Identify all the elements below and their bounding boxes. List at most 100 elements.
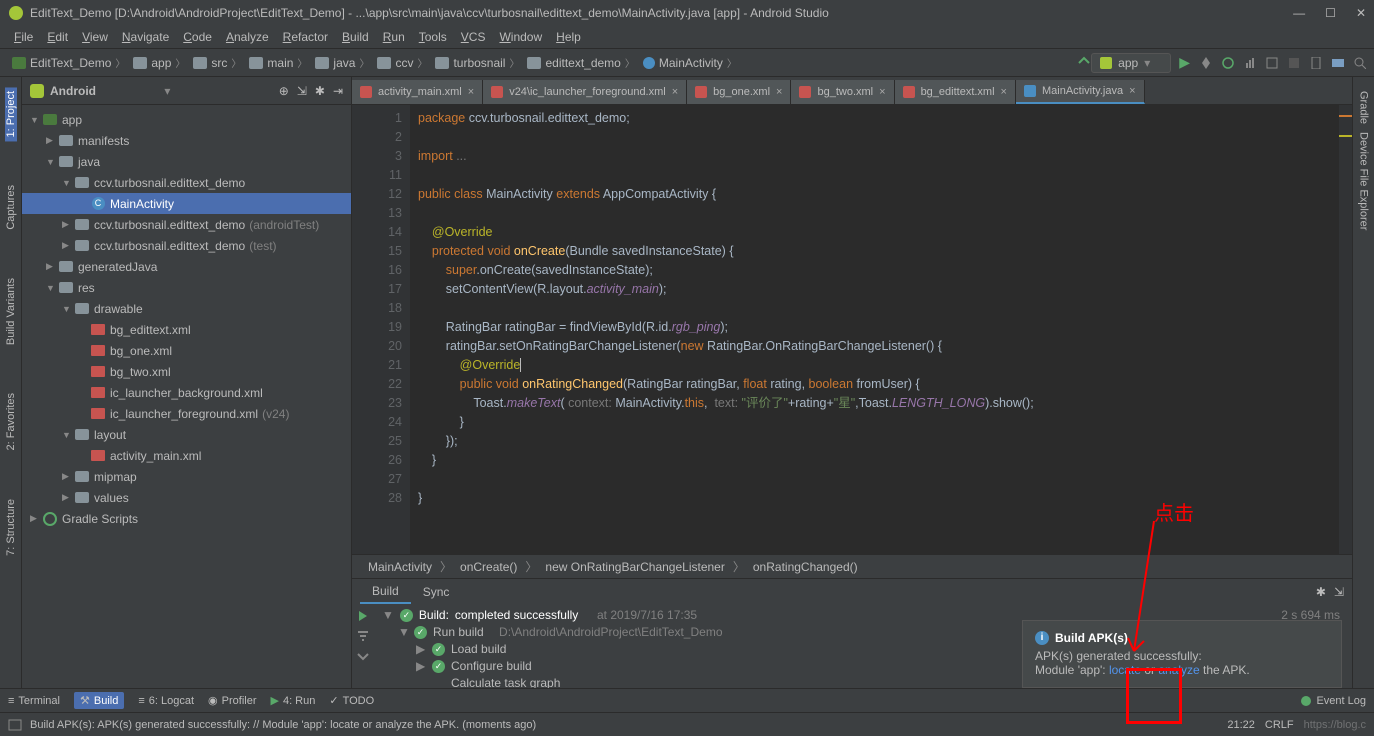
- menu-help[interactable]: Help: [550, 28, 587, 46]
- sdk-manager-icon[interactable]: [1332, 57, 1344, 69]
- breadcrumb-EditText_Demo[interactable]: EditText_Demo〉: [8, 55, 129, 70]
- tool-profiler[interactable]: ◉Profiler: [208, 694, 256, 707]
- project-view-title[interactable]: Android: [50, 84, 158, 98]
- breadcrumb-src[interactable]: src〉: [189, 55, 245, 70]
- tool-build[interactable]: ⚒Build: [74, 692, 124, 709]
- tree-node-java[interactable]: ▼java: [22, 151, 351, 172]
- breadcrumb-java[interactable]: java〉: [311, 55, 373, 70]
- editor-gutter[interactable]: 123111213141516171819202122232425262728: [352, 105, 410, 554]
- attach-debugger-icon[interactable]: [1266, 57, 1278, 69]
- breadcrumb-app[interactable]: app〉: [129, 55, 189, 70]
- status-icon[interactable]: [8, 718, 22, 732]
- analyze-link[interactable]: analyze: [1158, 663, 1199, 677]
- menu-build[interactable]: Build: [336, 28, 375, 46]
- bc-new-onratingbarchangelistener[interactable]: new OnRatingBarChangeListener: [545, 560, 724, 574]
- avd-manager-icon[interactable]: [1310, 57, 1322, 69]
- breadcrumb-turbosnail[interactable]: turbosnail〉: [431, 55, 523, 70]
- tree-node-drawable[interactable]: ▼drawable: [22, 298, 351, 319]
- menu-tools[interactable]: Tools: [413, 28, 453, 46]
- scroll-from-source-icon[interactable]: ⊕: [279, 84, 289, 98]
- collapse-all-icon[interactable]: ⇲: [297, 84, 307, 98]
- bc-onratingchanged--[interactable]: onRatingChanged(): [753, 560, 858, 574]
- code-editor[interactable]: 123111213141516171819202122232425262728 …: [352, 105, 1352, 554]
- editor-scrollbar[interactable]: [1338, 105, 1352, 554]
- tree-node-generatedjava[interactable]: ▶generatedJava: [22, 256, 351, 277]
- expand-icon[interactable]: [356, 649, 370, 663]
- tab-v24-ic-launcher-foreground-xml[interactable]: v24\ic_launcher_foreground.xml×: [483, 80, 687, 104]
- menu-view[interactable]: View: [76, 28, 114, 46]
- debug-icon[interactable]: [1222, 57, 1234, 69]
- stop-icon[interactable]: [1288, 57, 1300, 69]
- run-button[interactable]: ▶: [1179, 54, 1190, 71]
- tree-node-gradle-scripts[interactable]: ▶Gradle Scripts: [22, 508, 351, 529]
- bottom-tab-sync[interactable]: Sync: [411, 581, 462, 603]
- tab-mainactivity-java[interactable]: MainActivity.java×: [1016, 80, 1145, 104]
- tree-node-mipmap[interactable]: ▶mipmap: [22, 466, 351, 487]
- breadcrumb-main[interactable]: main〉: [245, 55, 311, 70]
- tree-node-bg-two-xml[interactable]: bg_two.xml: [22, 361, 351, 382]
- menu-refactor[interactable]: Refactor: [277, 28, 334, 46]
- tab-activity-main-xml[interactable]: activity_main.xml×: [352, 80, 483, 104]
- tree-node-values[interactable]: ▶values: [22, 487, 351, 508]
- editor-code[interactable]: package ccv.turbosnail.edittext_demo; im…: [410, 105, 1338, 554]
- tool-todo[interactable]: ✓TODO: [329, 694, 374, 707]
- tab-bg-edittext-xml[interactable]: bg_edittext.xml×: [895, 80, 1016, 104]
- search-icon[interactable]: [1354, 57, 1366, 69]
- tree-node-layout[interactable]: ▼layout: [22, 424, 351, 445]
- tree-node-activity-main-xml[interactable]: activity_main.xml: [22, 445, 351, 466]
- tree-node-mainactivity[interactable]: CMainActivity: [22, 193, 351, 214]
- close-tab-icon[interactable]: ×: [672, 86, 678, 98]
- tool-4--run[interactable]: ▶4: Run: [270, 694, 315, 707]
- tool-6--logcat[interactable]: ≡6: Logcat: [138, 695, 194, 707]
- close-tab-icon[interactable]: ×: [1129, 85, 1135, 97]
- breadcrumb-ccv[interactable]: ccv〉: [373, 55, 431, 70]
- locate-link[interactable]: locate: [1109, 663, 1141, 677]
- tool-terminal[interactable]: ≡Terminal: [8, 695, 60, 707]
- tree-node-ccv-turbosnail-edittext-demo[interactable]: ▼ccv.turbosnail.edittext_demo: [22, 172, 351, 193]
- close-button[interactable]: ✕: [1356, 6, 1366, 20]
- line-ending[interactable]: CRLF: [1265, 719, 1294, 731]
- tree-node-bg-edittext-xml[interactable]: bg_edittext.xml: [22, 319, 351, 340]
- rail-gradle[interactable]: Gradle: [1358, 87, 1370, 128]
- rail-device-file-explorer[interactable]: Device File Explorer: [1358, 128, 1370, 234]
- tree-node-ic-launcher-foreground-xml[interactable]: ic_launcher_foreground.xml(v24): [22, 403, 351, 424]
- menu-file[interactable]: File: [8, 28, 39, 46]
- menu-analyze[interactable]: Analyze: [220, 28, 275, 46]
- tab-bg-one-xml[interactable]: bg_one.xml×: [687, 80, 791, 104]
- tree-node-app[interactable]: ▼app: [22, 109, 351, 130]
- tree-node-ic-launcher-background-xml[interactable]: ic_launcher_background.xml: [22, 382, 351, 403]
- gear-icon[interactable]: ✱: [1316, 585, 1326, 599]
- rerun-icon[interactable]: [356, 609, 370, 623]
- maximize-button[interactable]: ☐: [1325, 6, 1336, 20]
- close-tab-icon[interactable]: ×: [468, 86, 474, 98]
- hide-icon[interactable]: ⇥: [333, 84, 343, 98]
- menu-vcs[interactable]: VCS: [455, 28, 492, 46]
- menu-edit[interactable]: Edit: [41, 28, 74, 46]
- sync-icon[interactable]: [1077, 56, 1091, 70]
- tab-bg-two-xml[interactable]: bg_two.xml×: [791, 80, 894, 104]
- bc-mainactivity[interactable]: MainActivity: [368, 560, 432, 574]
- tree-node-manifests[interactable]: ▶manifests: [22, 130, 351, 151]
- hide-bottom-icon[interactable]: ⇲: [1334, 585, 1344, 599]
- rail-captures[interactable]: Captures: [5, 181, 17, 234]
- close-tab-icon[interactable]: ×: [776, 86, 782, 98]
- menu-run[interactable]: Run: [377, 28, 411, 46]
- breadcrumb-edittext_demo[interactable]: edittext_demo〉: [523, 55, 638, 70]
- menu-window[interactable]: Window: [493, 28, 548, 46]
- apply-changes-icon[interactable]: [1200, 57, 1212, 69]
- tree-node-res[interactable]: ▼res: [22, 277, 351, 298]
- tree-node-bg-one-xml[interactable]: bg_one.xml: [22, 340, 351, 361]
- rail-build-variants[interactable]: Build Variants: [5, 274, 17, 349]
- event-log-button[interactable]: Event Log: [1300, 695, 1366, 707]
- settings-icon[interactable]: ✱: [315, 84, 325, 98]
- rail----structure[interactable]: 7: Structure: [5, 495, 17, 560]
- close-tab-icon[interactable]: ×: [1001, 86, 1007, 98]
- menu-code[interactable]: Code: [177, 28, 218, 46]
- project-tree[interactable]: ▼app▶manifests▼java▼ccv.turbosnail.editt…: [22, 105, 351, 688]
- profiler-icon[interactable]: [1244, 57, 1256, 69]
- breadcrumb-MainActivity[interactable]: MainActivity〉: [639, 55, 741, 70]
- tree-node-ccv-turbosnail-edittext-demo[interactable]: ▶ccv.turbosnail.edittext_demo(androidTes…: [22, 214, 351, 235]
- rail----favorites[interactable]: 2: Favorites: [5, 389, 17, 454]
- tree-node-ccv-turbosnail-edittext-demo[interactable]: ▶ccv.turbosnail.edittext_demo(test): [22, 235, 351, 256]
- bottom-tab-build[interactable]: Build: [360, 580, 411, 604]
